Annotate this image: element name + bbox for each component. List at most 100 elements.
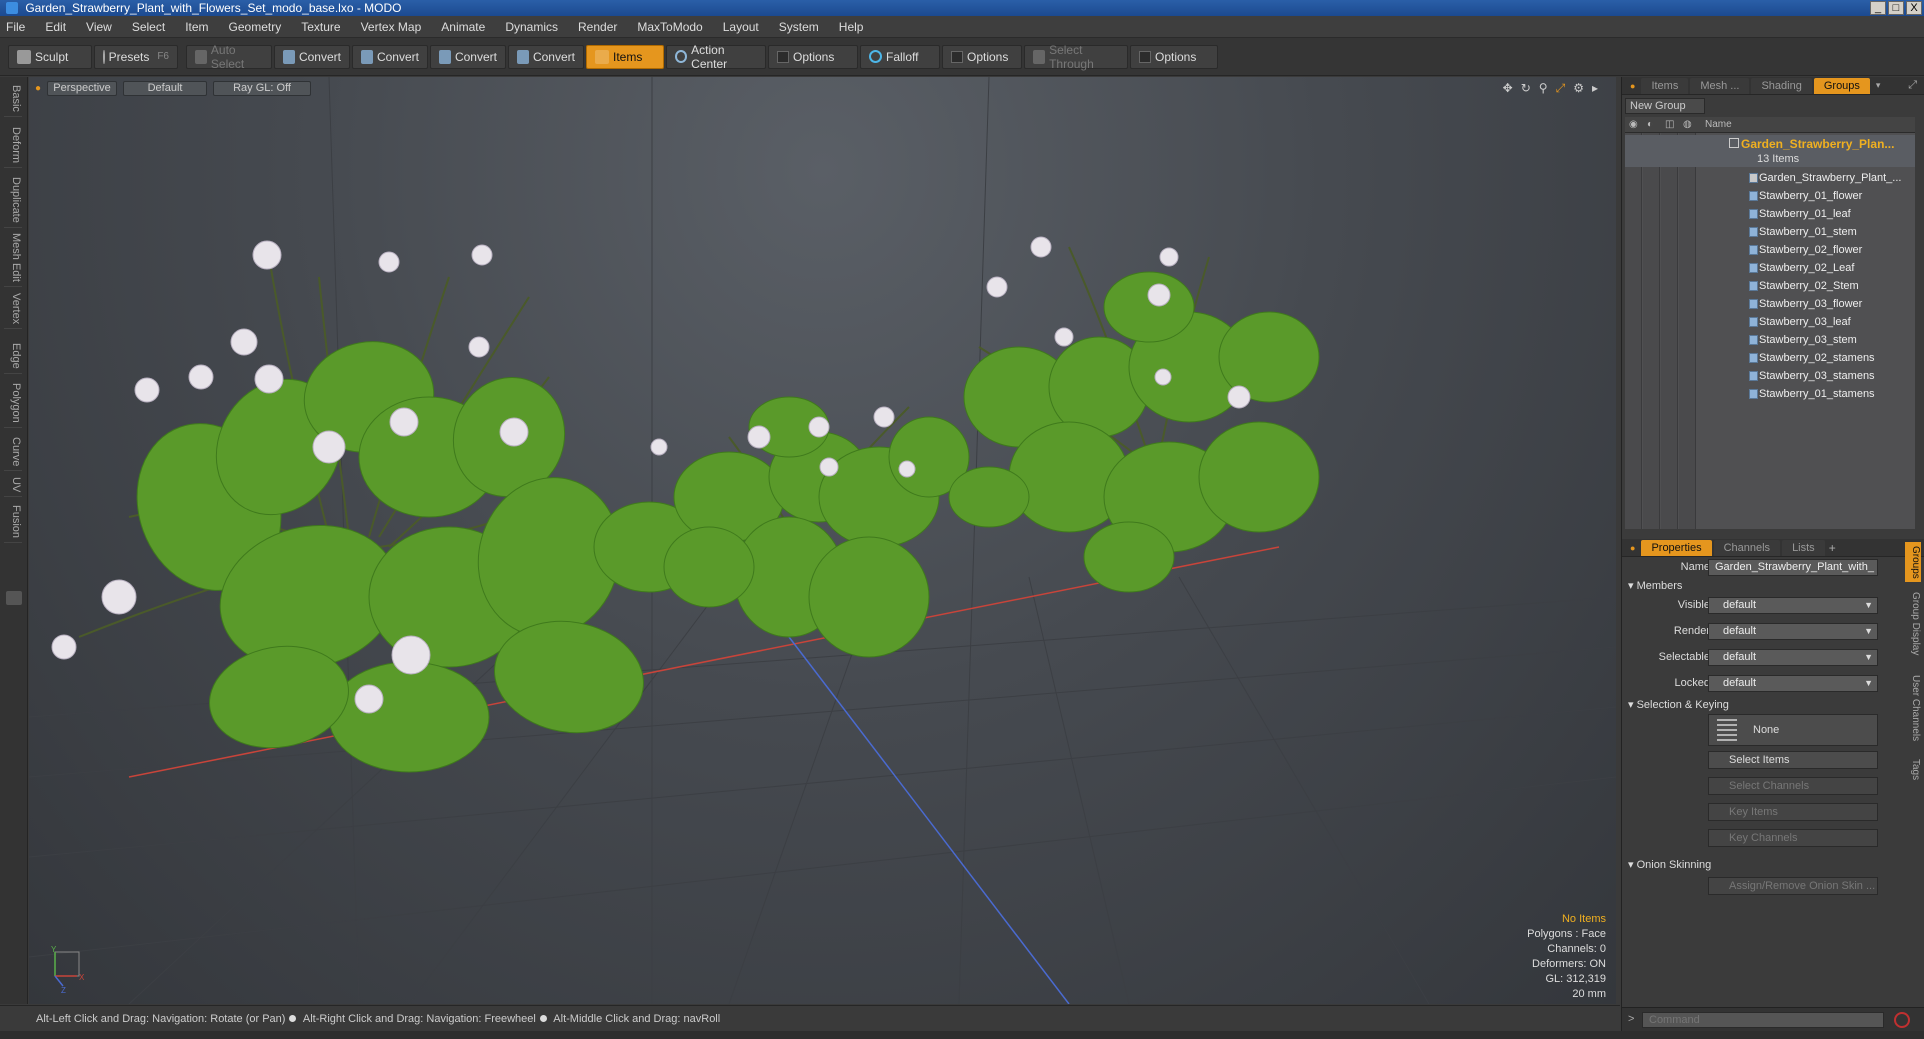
maximize-panel-icon[interactable]: ⤢ [1908, 79, 1917, 92]
members-section[interactable]: ▾ Members [1628, 579, 1682, 592]
maximize-button[interactable]: □ [1888, 1, 1904, 15]
zoom-icon[interactable]: ⚲ [1539, 81, 1548, 96]
group-list-header: ◉ ◐ ◫ ◍ Name [1625, 117, 1915, 133]
selectable-select[interactable]: default ▼ [1708, 649, 1878, 666]
tab-vertex[interactable]: Vertex [4, 289, 22, 330]
selection-keying-section[interactable]: ▾ Selection & Keying [1628, 698, 1729, 711]
convert-polygons-button[interactable]: Convert [430, 44, 506, 69]
none-button[interactable]: None [1708, 714, 1878, 746]
list-item[interactable]: Stawberry_02_Stem [1625, 277, 1915, 295]
tab-polygon[interactable]: Polygon [4, 379, 22, 428]
menu-animate[interactable]: Animate [441, 20, 485, 34]
pan-icon[interactable]: ✥ [1503, 81, 1513, 96]
shading-mode-button[interactable]: Default [123, 80, 208, 96]
tab-curve[interactable]: Curve [4, 433, 22, 472]
render-select[interactable]: default ▼ [1708, 623, 1878, 640]
falloff-button[interactable]: Falloff [860, 44, 940, 69]
tab-dropdown-icon[interactable]: ▾ [1876, 80, 1881, 91]
falloff-options-button[interactable]: Options [942, 44, 1022, 69]
menu-geometry[interactable]: Geometry [229, 20, 282, 34]
convert-materials-button[interactable]: Convert [508, 44, 584, 69]
raygl-toggle-button[interactable]: Ray GL: Off [213, 80, 312, 96]
menu-view[interactable]: View [86, 20, 112, 34]
rotate-icon[interactable]: ↻ [1521, 81, 1531, 96]
expand-arrow-icon[interactable]: ▸ [1592, 81, 1598, 96]
action-center-options-button[interactable]: Options [768, 44, 858, 69]
tab-groups[interactable]: Groups [1813, 77, 1870, 94]
viewport-menu-icon[interactable]: ● [35, 83, 41, 94]
viewport-scene [29, 77, 1616, 1004]
group-list[interactable]: Garden_Strawberry_Plan... 13 Items Garde… [1625, 133, 1915, 529]
3d-viewport[interactable]: ● Perspective Default Ray GL: Off ✥ ↻ ⚲ … [29, 77, 1616, 1004]
convert-edges-button[interactable]: Convert [352, 44, 428, 69]
new-group-button[interactable]: New Group [1625, 98, 1705, 114]
menu-dynamics[interactable]: Dynamics [505, 20, 558, 34]
sculpt-button[interactable]: Sculpt [8, 44, 92, 69]
items-mode-button[interactable]: Items [586, 44, 664, 69]
menu-texture[interactable]: Texture [301, 20, 340, 34]
gear-icon[interactable]: ⚙ [1573, 81, 1584, 96]
list-item[interactable]: Stawberry_01_flower [1625, 187, 1915, 205]
tab-deform[interactable]: Deform [4, 123, 22, 169]
select-through-button[interactable]: Select Through [1024, 43, 1128, 71]
tab-fusion[interactable]: Fusion [4, 501, 22, 544]
visible-select[interactable]: default ▼ [1708, 597, 1878, 614]
select-items-button[interactable]: Select Items [1708, 751, 1878, 769]
assign-onion-skin-button[interactable]: Assign/Remove Onion Skin ... [1708, 877, 1878, 895]
tab-mesh[interactable]: Mesh ... [1690, 77, 1750, 94]
menu-system[interactable]: System [779, 20, 819, 34]
close-button[interactable]: X [1906, 1, 1922, 15]
list-item[interactable]: Stawberry_03_stamens [1625, 367, 1915, 385]
presets-button[interactable]: Presets F6 [94, 44, 178, 69]
list-item[interactable]: Stawberry_01_stem [1625, 223, 1915, 241]
locked-select[interactable]: default ▼ [1708, 675, 1878, 692]
action-center-button[interactable]: Action Center [666, 43, 766, 71]
menu-file[interactable]: File [6, 20, 25, 34]
tab-items[interactable]: Items [1641, 77, 1689, 94]
fit-icon[interactable]: ⤢ [1556, 81, 1566, 96]
menu-layout[interactable]: Layout [723, 20, 759, 34]
minimize-button[interactable]: _ [1870, 1, 1886, 15]
side-tab-group-display[interactable]: Group Display [1905, 586, 1921, 662]
menu-render[interactable]: Render [578, 20, 617, 34]
view-type-button[interactable]: Perspective [47, 80, 118, 96]
menu-vertex-map[interactable]: Vertex Map [361, 20, 422, 34]
side-tab-groups[interactable]: Groups [1905, 542, 1921, 582]
list-item[interactable]: Garden_Strawberry_Plant_... [1625, 169, 1915, 187]
side-tab-tags[interactable]: Tags [1905, 754, 1921, 786]
side-tab-user-channels[interactable]: User Channels [1905, 666, 1921, 750]
list-item[interactable]: Stawberry_01_stamens [1625, 385, 1915, 403]
expand-toolbox-button[interactable] [6, 591, 22, 605]
tab-mesh-edit[interactable]: Mesh Edit [4, 229, 22, 287]
tab-uv[interactable]: UV [4, 473, 22, 498]
menu-select[interactable]: Select [132, 20, 165, 34]
command-input[interactable] [1642, 1012, 1884, 1028]
list-item[interactable]: Stawberry_01_leaf [1625, 205, 1915, 223]
list-item[interactable]: Stawberry_03_flower [1625, 295, 1915, 313]
menu-maxtomodo[interactable]: MaxToModo [637, 20, 702, 34]
tab-basic[interactable]: Basic [4, 81, 22, 117]
key-items-button[interactable]: Key Items [1708, 803, 1878, 821]
name-field[interactable]: Garden_Strawberry_Plant_with_ [1708, 559, 1878, 576]
menu-edit[interactable]: Edit [45, 20, 66, 34]
auto-select-button[interactable]: Auto Select [186, 43, 272, 71]
list-item[interactable]: Stawberry_02_flower [1625, 241, 1915, 259]
list-item[interactable]: Stawberry_02_stamens [1625, 349, 1915, 367]
tab-shading[interactable]: Shading [1751, 77, 1812, 94]
key-channels-button[interactable]: Key Channels [1708, 829, 1878, 847]
group-row[interactable]: Garden_Strawberry_Plan... 13 Items [1625, 135, 1915, 167]
select-through-options-button[interactable]: Options [1130, 44, 1218, 69]
select-channels-button[interactable]: Select Channels [1708, 777, 1878, 795]
list-item[interactable]: Stawberry_02_Leaf [1625, 259, 1915, 277]
menu-help[interactable]: Help [839, 20, 864, 34]
panel-menu-icon[interactable]: ● [1630, 81, 1635, 91]
menu-item[interactable]: Item [185, 20, 208, 34]
mesh-icon [1749, 317, 1758, 327]
tab-duplicate[interactable]: Duplicate [4, 173, 22, 228]
record-icon[interactable] [1894, 1012, 1910, 1028]
onion-skinning-section[interactable]: ▾ Onion Skinning [1628, 858, 1711, 871]
list-item[interactable]: Stawberry_03_stem [1625, 331, 1915, 349]
tab-edge[interactable]: Edge [4, 339, 22, 374]
convert-vertices-button[interactable]: Convert [274, 44, 350, 69]
list-item[interactable]: Stawberry_03_leaf [1625, 313, 1915, 331]
